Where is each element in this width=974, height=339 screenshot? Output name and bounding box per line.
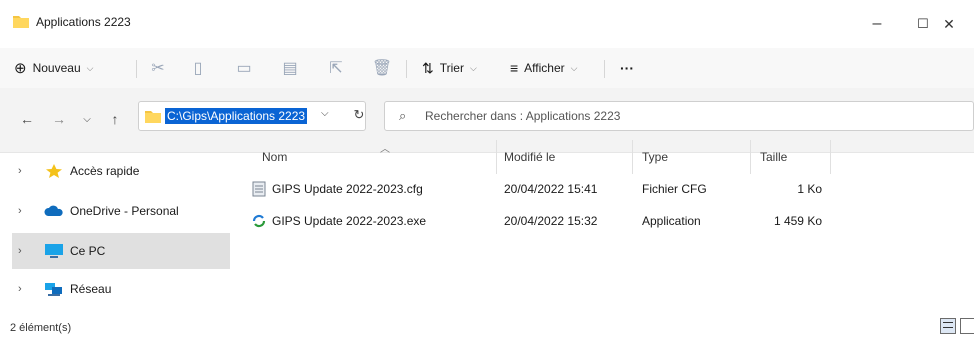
sidebar-item-onedrive[interactable]: › OneDrive - Personal (12, 193, 230, 229)
chevron-down-icon: ⌵ (570, 62, 578, 73)
address-row: ← → ⌵ ↑ C:\Gips\Applications 2223 ⌵ ↻ ⌕ … (0, 88, 974, 153)
column-header-modified[interactable]: Modifié le (504, 150, 555, 164)
refresh-icon[interactable]: ↻ (346, 101, 372, 129)
file-name: GIPS Update 2022-2023.cfg (272, 182, 423, 196)
divider (406, 60, 407, 78)
column-divider[interactable] (830, 140, 831, 174)
view-lines-icon: ≡ (510, 60, 519, 76)
divider (604, 60, 605, 78)
sidebar-item-label: Réseau (70, 282, 112, 296)
copy-icon[interactable]: ▯ (186, 56, 210, 80)
column-divider[interactable] (750, 140, 751, 174)
cloud-icon (44, 205, 63, 216)
rename-icon[interactable]: ▤ (278, 56, 302, 80)
address-path[interactable]: C:\Gips\Applications 2223 (165, 108, 308, 124)
search-icon: ⌕ (399, 108, 407, 123)
config-file-icon (252, 181, 266, 197)
chevron-down-icon: ⌵ (469, 62, 477, 73)
search-input[interactable]: ⌕ Rechercher dans : Applications 2223 (384, 101, 974, 131)
expand-chevron-icon: › (18, 205, 22, 217)
sort-up-indicator-icon: ︿ (380, 144, 390, 155)
status-item-count: 2 élément(s) (10, 322, 72, 334)
up-arrow-icon[interactable]: ↑ (104, 108, 126, 130)
view-label: Afficher (524, 61, 565, 75)
file-type: Fichier CFG (642, 182, 707, 196)
file-modified: 20/04/2022 15:32 (504, 214, 598, 228)
new-label: Nouveau (32, 61, 81, 75)
sidebar-item-label: OneDrive - Personal (70, 204, 179, 218)
back-arrow-icon[interactable]: ← (16, 108, 38, 130)
sidebar-item-label: Ce PC (70, 244, 106, 258)
column-divider[interactable] (632, 140, 633, 174)
file-size: 1 459 Ko (773, 214, 822, 228)
sort-label: Trier (439, 61, 464, 75)
network-icon (45, 283, 62, 296)
sidebar-item-label: Accès rapide (70, 164, 140, 178)
more-button[interactable]: ··· (620, 56, 634, 80)
close-button[interactable]: ✕ (926, 0, 972, 48)
delete-icon[interactable]: 🗑 (370, 56, 394, 80)
minimize-button[interactable]: – (854, 0, 900, 48)
application-icon (252, 214, 266, 228)
search-placeholder: Rechercher dans : Applications 2223 (425, 109, 621, 123)
star-icon (46, 164, 62, 178)
pc-icon (45, 244, 63, 258)
command-bar: ⊕ Nouveau ⌵ ✂ ▯ ▭ ▤ ⇱ 🗑 ⇅ Trier ⌵ ≡ Affi… (0, 48, 974, 89)
file-name: GIPS Update 2022-2023.exe (272, 214, 427, 228)
expand-chevron-icon: › (18, 283, 22, 295)
address-dropdown-icon[interactable]: ⌵ (321, 108, 329, 119)
expand-chevron-icon: › (18, 165, 22, 177)
tiles-view-icon[interactable] (960, 318, 974, 334)
column-header-name[interactable]: Nom (262, 150, 287, 164)
address-bar[interactable]: C:\Gips\Applications 2223 ⌵ (138, 101, 366, 131)
divider (136, 60, 137, 78)
sort-icon: ⇅ (422, 59, 434, 76)
sidebar-item-this-pc[interactable]: › Ce PC (12, 233, 230, 269)
sort-button[interactable]: ⇅ Trier ⌵ (422, 56, 477, 80)
cut-icon[interactable]: ✂ (146, 56, 170, 80)
view-button[interactable]: ≡ Afficher ⌵ (510, 56, 577, 80)
table-row[interactable]: GIPS Update 2022-2023.exe 20/04/2022 15:… (250, 210, 830, 232)
share-icon[interactable]: ⇱ (324, 56, 348, 80)
title-bar: Applications 2223 – ☐ ✕ (0, 0, 974, 48)
column-divider[interactable] (496, 140, 497, 174)
sidebar-item-quick-access[interactable]: › Accès rapide (12, 153, 230, 189)
recent-chevron-icon[interactable]: ⌵ (76, 108, 98, 130)
forward-arrow-icon[interactable]: → (48, 108, 70, 130)
file-size: 1 Ko (797, 182, 822, 196)
paste-icon[interactable]: ▭ (232, 56, 256, 80)
folder-icon (13, 16, 29, 28)
column-header-type[interactable]: Type (642, 150, 668, 164)
details-view-icon[interactable] (940, 318, 956, 334)
plus-circle-icon: ⊕ (14, 60, 27, 77)
expand-chevron-icon: › (18, 245, 22, 257)
new-button[interactable]: ⊕ Nouveau ⌵ (14, 56, 93, 80)
file-modified: 20/04/2022 15:41 (504, 182, 598, 196)
table-row[interactable]: GIPS Update 2022-2023.cfg 20/04/2022 15:… (250, 178, 830, 200)
column-header-size[interactable]: Taille (760, 150, 787, 164)
folder-icon (145, 111, 161, 123)
sidebar-item-network[interactable]: › Réseau (12, 271, 230, 307)
chevron-down-icon: ⌵ (86, 62, 94, 73)
file-type: Application (642, 214, 701, 228)
window-title: Applications 2223 (36, 15, 131, 29)
